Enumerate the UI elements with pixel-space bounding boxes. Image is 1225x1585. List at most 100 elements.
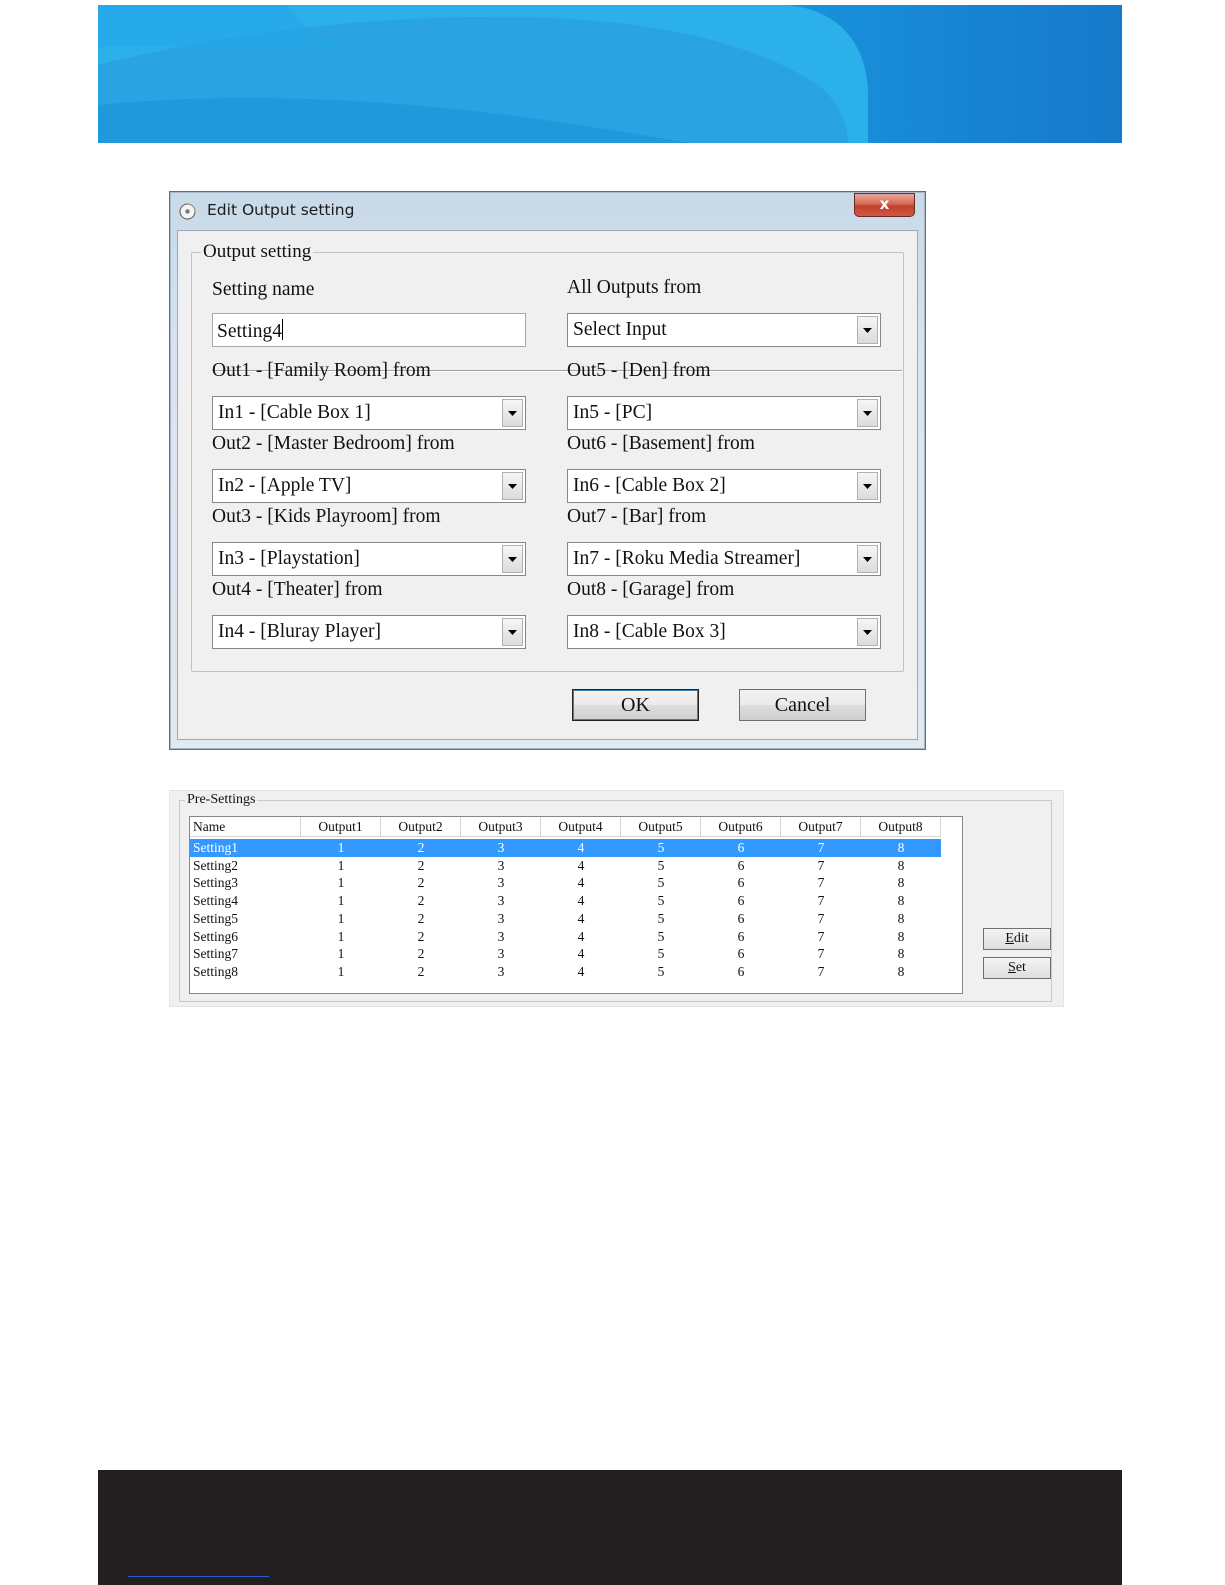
table-row[interactable]: Setting3 1 2 3 4 5 6 7 8 <box>190 874 941 892</box>
out1-label: Out1 - [Family Room] from <box>212 360 431 381</box>
setting-name-label: Setting name <box>212 279 315 300</box>
set-button[interactable]: Set <box>983 957 1051 979</box>
out7-select[interactable]: In7 - [Roku Media Streamer] <box>567 542 881 576</box>
cell-output1: 1 <box>337 946 345 962</box>
cell-output7: 7 <box>817 928 825 944</box>
cell-output2: 2 <box>417 857 425 873</box>
column-header-name[interactable]: Name <box>190 817 301 837</box>
chevron-down-icon[interactable] <box>502 472 523 500</box>
cell-output3: 3 <box>497 910 505 926</box>
chevron-down-icon[interactable] <box>857 618 878 646</box>
table-row[interactable]: Setting4 1 2 3 4 5 6 7 8 <box>190 892 941 910</box>
app-disc-icon <box>179 203 196 220</box>
out3-label: Out3 - [Kids Playroom] from <box>212 506 441 527</box>
group-title: Output setting <box>201 241 314 263</box>
cell-output6: 6 <box>737 893 745 909</box>
cell-output3: 3 <box>497 928 505 944</box>
cell-name: Setting3 <box>193 875 239 891</box>
cell-output4: 4 <box>577 946 585 962</box>
table-row[interactable]: Setting7 1 2 3 4 5 6 7 8 <box>190 945 941 963</box>
out4-select[interactable]: In4 - [Bluray Player] <box>212 615 526 649</box>
column-header-output3[interactable]: Output3 <box>461 817 541 837</box>
cell-output5: 5 <box>657 910 665 926</box>
cell-output8: 8 <box>897 857 905 873</box>
column-header-output4[interactable]: Output4 <box>541 817 621 837</box>
cell-output6: 6 <box>737 928 745 944</box>
table-row[interactable]: Setting5 1 2 3 4 5 6 7 8 <box>190 910 941 928</box>
out2-label: Out2 - [Master Bedroom] from <box>212 433 455 454</box>
chevron-down-icon[interactable] <box>857 399 878 427</box>
chevron-down-icon[interactable] <box>857 472 878 500</box>
out1-select[interactable]: In1 - [Cable Box 1] <box>212 396 526 430</box>
out4-value: In4 - [Bluray Player] <box>218 621 381 642</box>
banner-graphic <box>98 5 1122 143</box>
presettings-list[interactable]: Name Output1 Output2 Output3 Output4 Out… <box>189 816 963 994</box>
setting-name-value: Setting4 <box>217 321 283 342</box>
chevron-down-icon[interactable] <box>502 618 523 646</box>
ok-button[interactable]: OK <box>572 689 699 721</box>
out6-select[interactable]: In6 - [Cable Box 2] <box>567 469 881 503</box>
cell-output7: 7 <box>817 963 825 979</box>
out8-select[interactable]: In8 - [Cable Box 3] <box>567 615 881 649</box>
column-header-output7[interactable]: Output7 <box>781 817 861 837</box>
out5-value: In5 - [PC] <box>573 402 653 423</box>
setting-name-input[interactable]: Setting4 <box>212 313 526 347</box>
out5-select[interactable]: In5 - [PC] <box>567 396 881 430</box>
cell-output2: 2 <box>417 963 425 979</box>
table-row[interactable]: Setting2 1 2 3 4 5 6 7 8 <box>190 857 941 875</box>
cell-output3: 3 <box>497 875 505 891</box>
column-header-output1[interactable]: Output1 <box>301 817 381 837</box>
cell-output5: 5 <box>657 963 665 979</box>
all-outputs-select[interactable]: Select Input <box>567 313 881 347</box>
cell-output4: 4 <box>577 963 585 979</box>
out8-label: Out8 - [Garage] from <box>567 579 735 600</box>
chevron-down-icon[interactable] <box>502 399 523 427</box>
chevron-down-icon[interactable] <box>857 316 878 344</box>
column-header-output6[interactable]: Output6 <box>701 817 781 837</box>
cell-output6: 6 <box>737 963 745 979</box>
cell-output1: 1 <box>337 928 345 944</box>
all-outputs-label: All Outputs from <box>567 277 702 298</box>
output-setting-group: Output setting Setting name Setting4 All… <box>191 241 904 672</box>
footer-link-underline <box>128 1576 269 1577</box>
cell-output5: 5 <box>657 893 665 909</box>
column-header-output2[interactable]: Output2 <box>381 817 461 837</box>
cell-name: Setting2 <box>193 857 239 873</box>
cell-output8: 8 <box>897 963 905 979</box>
edit-button[interactable]: Edit <box>983 928 1051 950</box>
out2-value: In2 - [Apple TV] <box>218 475 352 496</box>
cell-output2: 2 <box>417 893 425 909</box>
set-label: et <box>1015 960 1026 975</box>
cell-output5: 5 <box>657 857 665 873</box>
table-row[interactable]: Setting6 1 2 3 4 5 6 7 8 <box>190 928 941 946</box>
out7-label: Out7 - [Bar] from <box>567 506 707 527</box>
cell-output3: 3 <box>497 946 505 962</box>
out4-label: Out4 - [Theater] from <box>212 579 383 600</box>
cell-output3: 3 <box>497 840 505 855</box>
column-header-output8[interactable]: Output8 <box>861 817 941 837</box>
cell-output4: 4 <box>577 928 585 944</box>
cancel-button[interactable]: Cancel <box>739 689 866 721</box>
cell-output4: 4 <box>577 840 585 855</box>
cell-output5: 5 <box>657 875 665 891</box>
cell-output3: 3 <box>497 857 505 873</box>
cell-output8: 8 <box>897 928 905 944</box>
cell-output6: 6 <box>737 857 745 873</box>
table-row[interactable]: Setting1 1 2 3 4 5 6 7 8 <box>190 839 941 857</box>
cell-name: Setting8 <box>193 963 239 979</box>
cell-output2: 2 <box>417 946 425 962</box>
header-banner <box>98 5 1122 143</box>
out6-label: Out6 - [Basement] from <box>567 433 755 454</box>
column-header-output5[interactable]: Output5 <box>621 817 701 837</box>
cell-output7: 7 <box>817 875 825 891</box>
out3-select[interactable]: In3 - [Playstation] <box>212 542 526 576</box>
table-row[interactable]: Setting8 1 2 3 4 5 6 7 8 <box>190 963 941 981</box>
dialog-title: Edit Output setting <box>207 201 355 219</box>
dialog-titlebar[interactable]: Edit Output setting x <box>170 192 925 230</box>
out2-select[interactable]: In2 - [Apple TV] <box>212 469 526 503</box>
cell-output2: 2 <box>417 928 425 944</box>
close-button[interactable]: x <box>854 193 915 217</box>
chevron-down-icon[interactable] <box>857 545 878 573</box>
cell-name: Setting1 <box>193 840 239 855</box>
chevron-down-icon[interactable] <box>502 545 523 573</box>
